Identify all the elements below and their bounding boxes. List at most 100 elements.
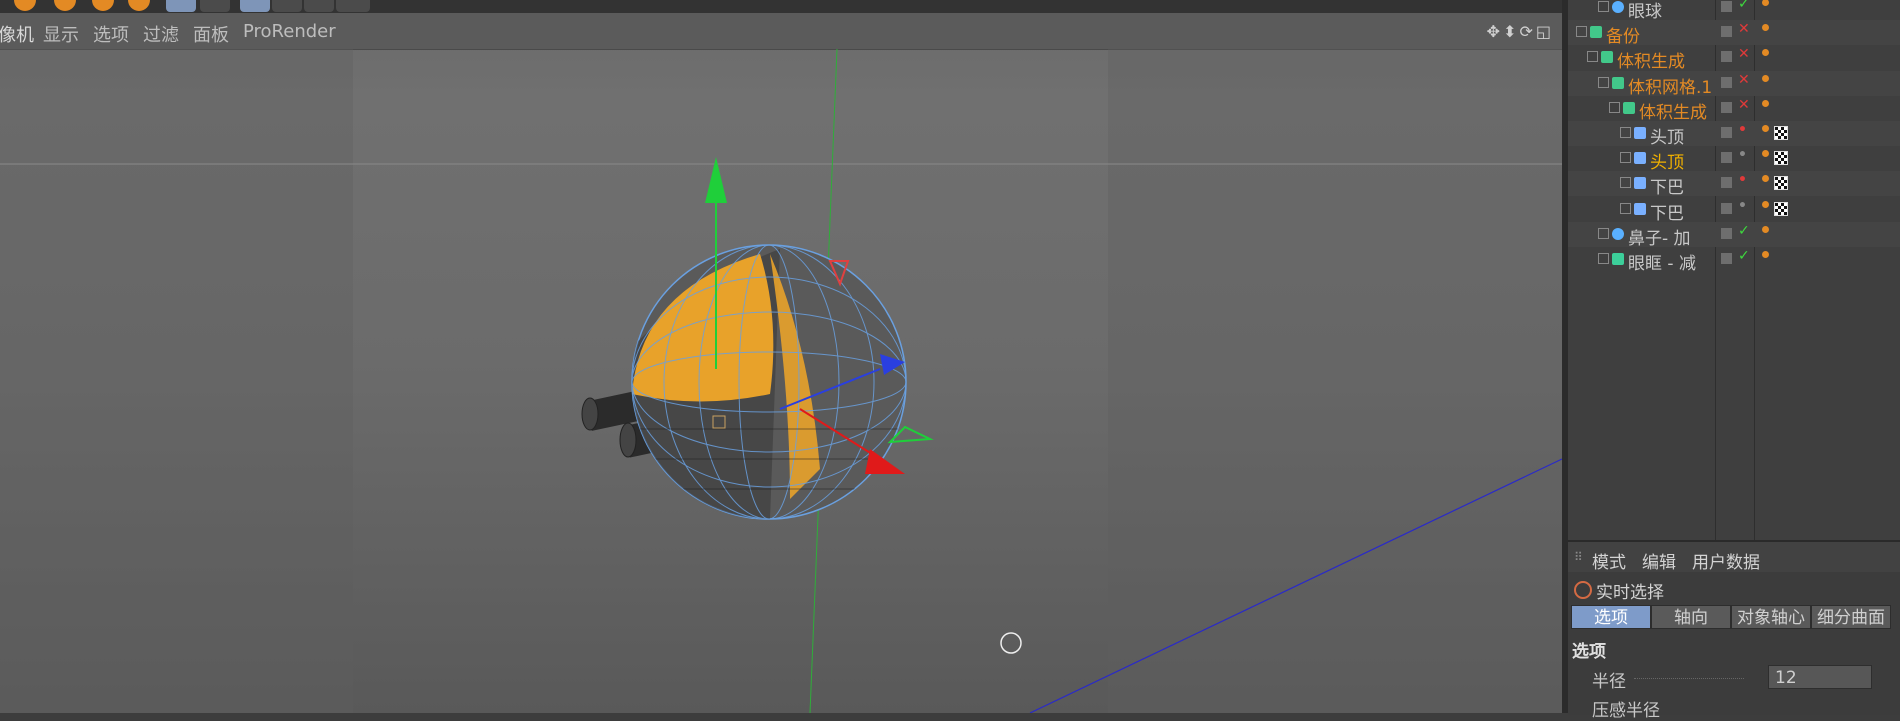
tag-icon[interactable]: [1762, 225, 1769, 233]
object-row[interactable]: 眼球 ✓: [1568, 0, 1900, 22]
layer-flag[interactable]: [1721, 253, 1732, 264]
object-name[interactable]: 备份: [1606, 22, 1640, 47]
tool-button[interactable]: [54, 0, 76, 11]
object-row[interactable]: 体积网格.1 ✕: [1568, 70, 1900, 98]
visibility-dot-icon[interactable]: •: [1738, 172, 1747, 188]
disabled-x-icon[interactable]: ✕: [1738, 72, 1750, 88]
menu-filter[interactable]: 过滤: [143, 21, 179, 47]
object-row[interactable]: 头顶 •: [1568, 121, 1900, 148]
visibility-dot-icon[interactable]: •: [1738, 198, 1747, 214]
enabled-check-icon[interactable]: ✓: [1738, 223, 1750, 239]
layer-flag[interactable]: [1721, 51, 1732, 63]
grip-icon[interactable]: ⠿: [1574, 550, 1583, 564]
menu-user-data[interactable]: 用户数据: [1692, 548, 1760, 573]
object-row[interactable]: 备份 ✕: [1568, 20, 1900, 47]
tag-icon[interactable]: [1762, 49, 1769, 57]
tag-icon[interactable]: [1762, 125, 1769, 132]
tree-expand-toggle[interactable]: [1609, 101, 1620, 113]
tag-icon[interactable]: [1762, 150, 1769, 158]
volume-builder-icon: [1623, 101, 1635, 114]
layer-flag[interactable]: [1721, 76, 1732, 88]
object-row[interactable]: 体积生成 ✕: [1568, 45, 1900, 72]
head-sphere[interactable]: [620, 244, 920, 520]
tree-expand-toggle[interactable]: [1587, 51, 1598, 63]
object-name[interactable]: 体积生成: [1639, 98, 1707, 123]
tag-icon[interactable]: [1762, 200, 1769, 208]
disabled-x-icon[interactable]: ✕: [1738, 46, 1750, 62]
object-name[interactable]: 眼眶 - 减: [1628, 249, 1696, 274]
tree-expand-toggle[interactable]: [1620, 127, 1631, 138]
object-row[interactable]: 体积生成 ✕: [1568, 96, 1900, 123]
tree-expand-toggle[interactable]: [1620, 177, 1631, 189]
enabled-check-icon[interactable]: ✓: [1738, 248, 1750, 264]
object-row[interactable]: 眼眶 - 减 ✓: [1568, 247, 1900, 274]
tree-expand-toggle[interactable]: [1598, 227, 1609, 239]
menu-display[interactable]: 显示: [43, 21, 79, 47]
visibility-dot-icon[interactable]: •: [1738, 122, 1747, 138]
layer-flag[interactable]: [1721, 152, 1732, 164]
radius-input[interactable]: 12: [1768, 665, 1872, 689]
tag-icon[interactable]: [1762, 0, 1769, 6]
tag-icon[interactable]: [1762, 251, 1769, 258]
layer-flag[interactable]: [1721, 1, 1732, 12]
object-name[interactable]: 体积网格.1: [1628, 73, 1712, 98]
tag-icon[interactable]: [1762, 99, 1769, 107]
viewport[interactable]: 像机 显示 选项 过滤 面板 ProRender ✥⬍⟳◱: [0, 13, 1562, 713]
layer-flag[interactable]: [1721, 127, 1732, 138]
layer-flag[interactable]: [1721, 227, 1732, 239]
menu-options[interactable]: 选项: [93, 21, 129, 47]
view-button[interactable]: [200, 0, 230, 12]
tree-expand-toggle[interactable]: [1598, 253, 1609, 264]
camera-button[interactable]: [304, 0, 334, 12]
tag-icon[interactable]: [1762, 175, 1769, 183]
object-row[interactable]: 鼻子- 加 ✓: [1568, 221, 1900, 249]
visibility-dot-icon[interactable]: •: [1738, 147, 1747, 163]
scene-canvas[interactable]: [0, 49, 1562, 713]
object-name[interactable]: 头顶: [1650, 123, 1684, 148]
menu-panel[interactable]: 面板: [193, 21, 229, 47]
weight-tag-icon[interactable]: [1774, 126, 1788, 140]
object-name[interactable]: 下巴: [1650, 173, 1684, 198]
view-button[interactable]: [166, 0, 196, 12]
deformer-button[interactable]: [240, 0, 270, 12]
weight-tag-icon[interactable]: [1774, 176, 1788, 191]
layer-flag[interactable]: [1721, 177, 1732, 189]
weight-tag-icon[interactable]: [1774, 151, 1788, 166]
object-name[interactable]: 头顶: [1650, 148, 1684, 173]
tree-expand-toggle[interactable]: [1598, 1, 1609, 12]
tag-icon[interactable]: [1762, 24, 1769, 32]
object-name[interactable]: 鼻子- 加: [1628, 224, 1691, 249]
more-button[interactable]: [336, 0, 370, 12]
tag-icon[interactable]: [1762, 74, 1769, 82]
floor-button[interactable]: [272, 0, 302, 12]
object-name[interactable]: 下巴: [1650, 199, 1684, 224]
menu-mode[interactable]: 模式: [1592, 548, 1626, 573]
viewport-nav-icons[interactable]: ✥⬍⟳◱: [1487, 22, 1554, 41]
tree-expand-toggle[interactable]: [1576, 26, 1587, 38]
menu-camera[interactable]: 像机: [0, 21, 34, 47]
tab-subdivision-surface[interactable]: 细分曲面: [1811, 605, 1891, 629]
object-row[interactable]: 下巴 •: [1568, 197, 1900, 224]
weight-tag-icon[interactable]: [1774, 201, 1788, 216]
tree-expand-toggle[interactable]: [1598, 76, 1609, 88]
tab-object-axis[interactable]: 对象轴心: [1731, 605, 1811, 629]
object-row[interactable]: 下巴 •: [1568, 171, 1900, 198]
tree-expand-toggle[interactable]: [1620, 152, 1631, 164]
object-name[interactable]: 体积生成: [1617, 47, 1685, 72]
layer-flag[interactable]: [1721, 101, 1732, 113]
disabled-x-icon[interactable]: ✕: [1738, 97, 1750, 113]
tab-axis[interactable]: 轴向: [1651, 605, 1731, 629]
tab-options[interactable]: 选项: [1571, 605, 1651, 629]
layer-flag[interactable]: [1721, 26, 1732, 38]
layer-flag[interactable]: [1721, 202, 1732, 214]
tool-button[interactable]: [14, 0, 36, 11]
menu-prorender[interactable]: ProRender: [243, 21, 336, 42]
enabled-check-icon[interactable]: ✓: [1738, 0, 1750, 12]
tree-expand-toggle[interactable]: [1620, 202, 1631, 214]
tool-button[interactable]: [92, 0, 114, 11]
disabled-x-icon[interactable]: ✕: [1738, 21, 1750, 37]
tool-button[interactable]: [128, 0, 150, 11]
menu-edit[interactable]: 编辑: [1642, 548, 1676, 573]
object-row[interactable]: 头顶 •: [1568, 146, 1900, 173]
object-name[interactable]: 眼球: [1628, 0, 1662, 22]
